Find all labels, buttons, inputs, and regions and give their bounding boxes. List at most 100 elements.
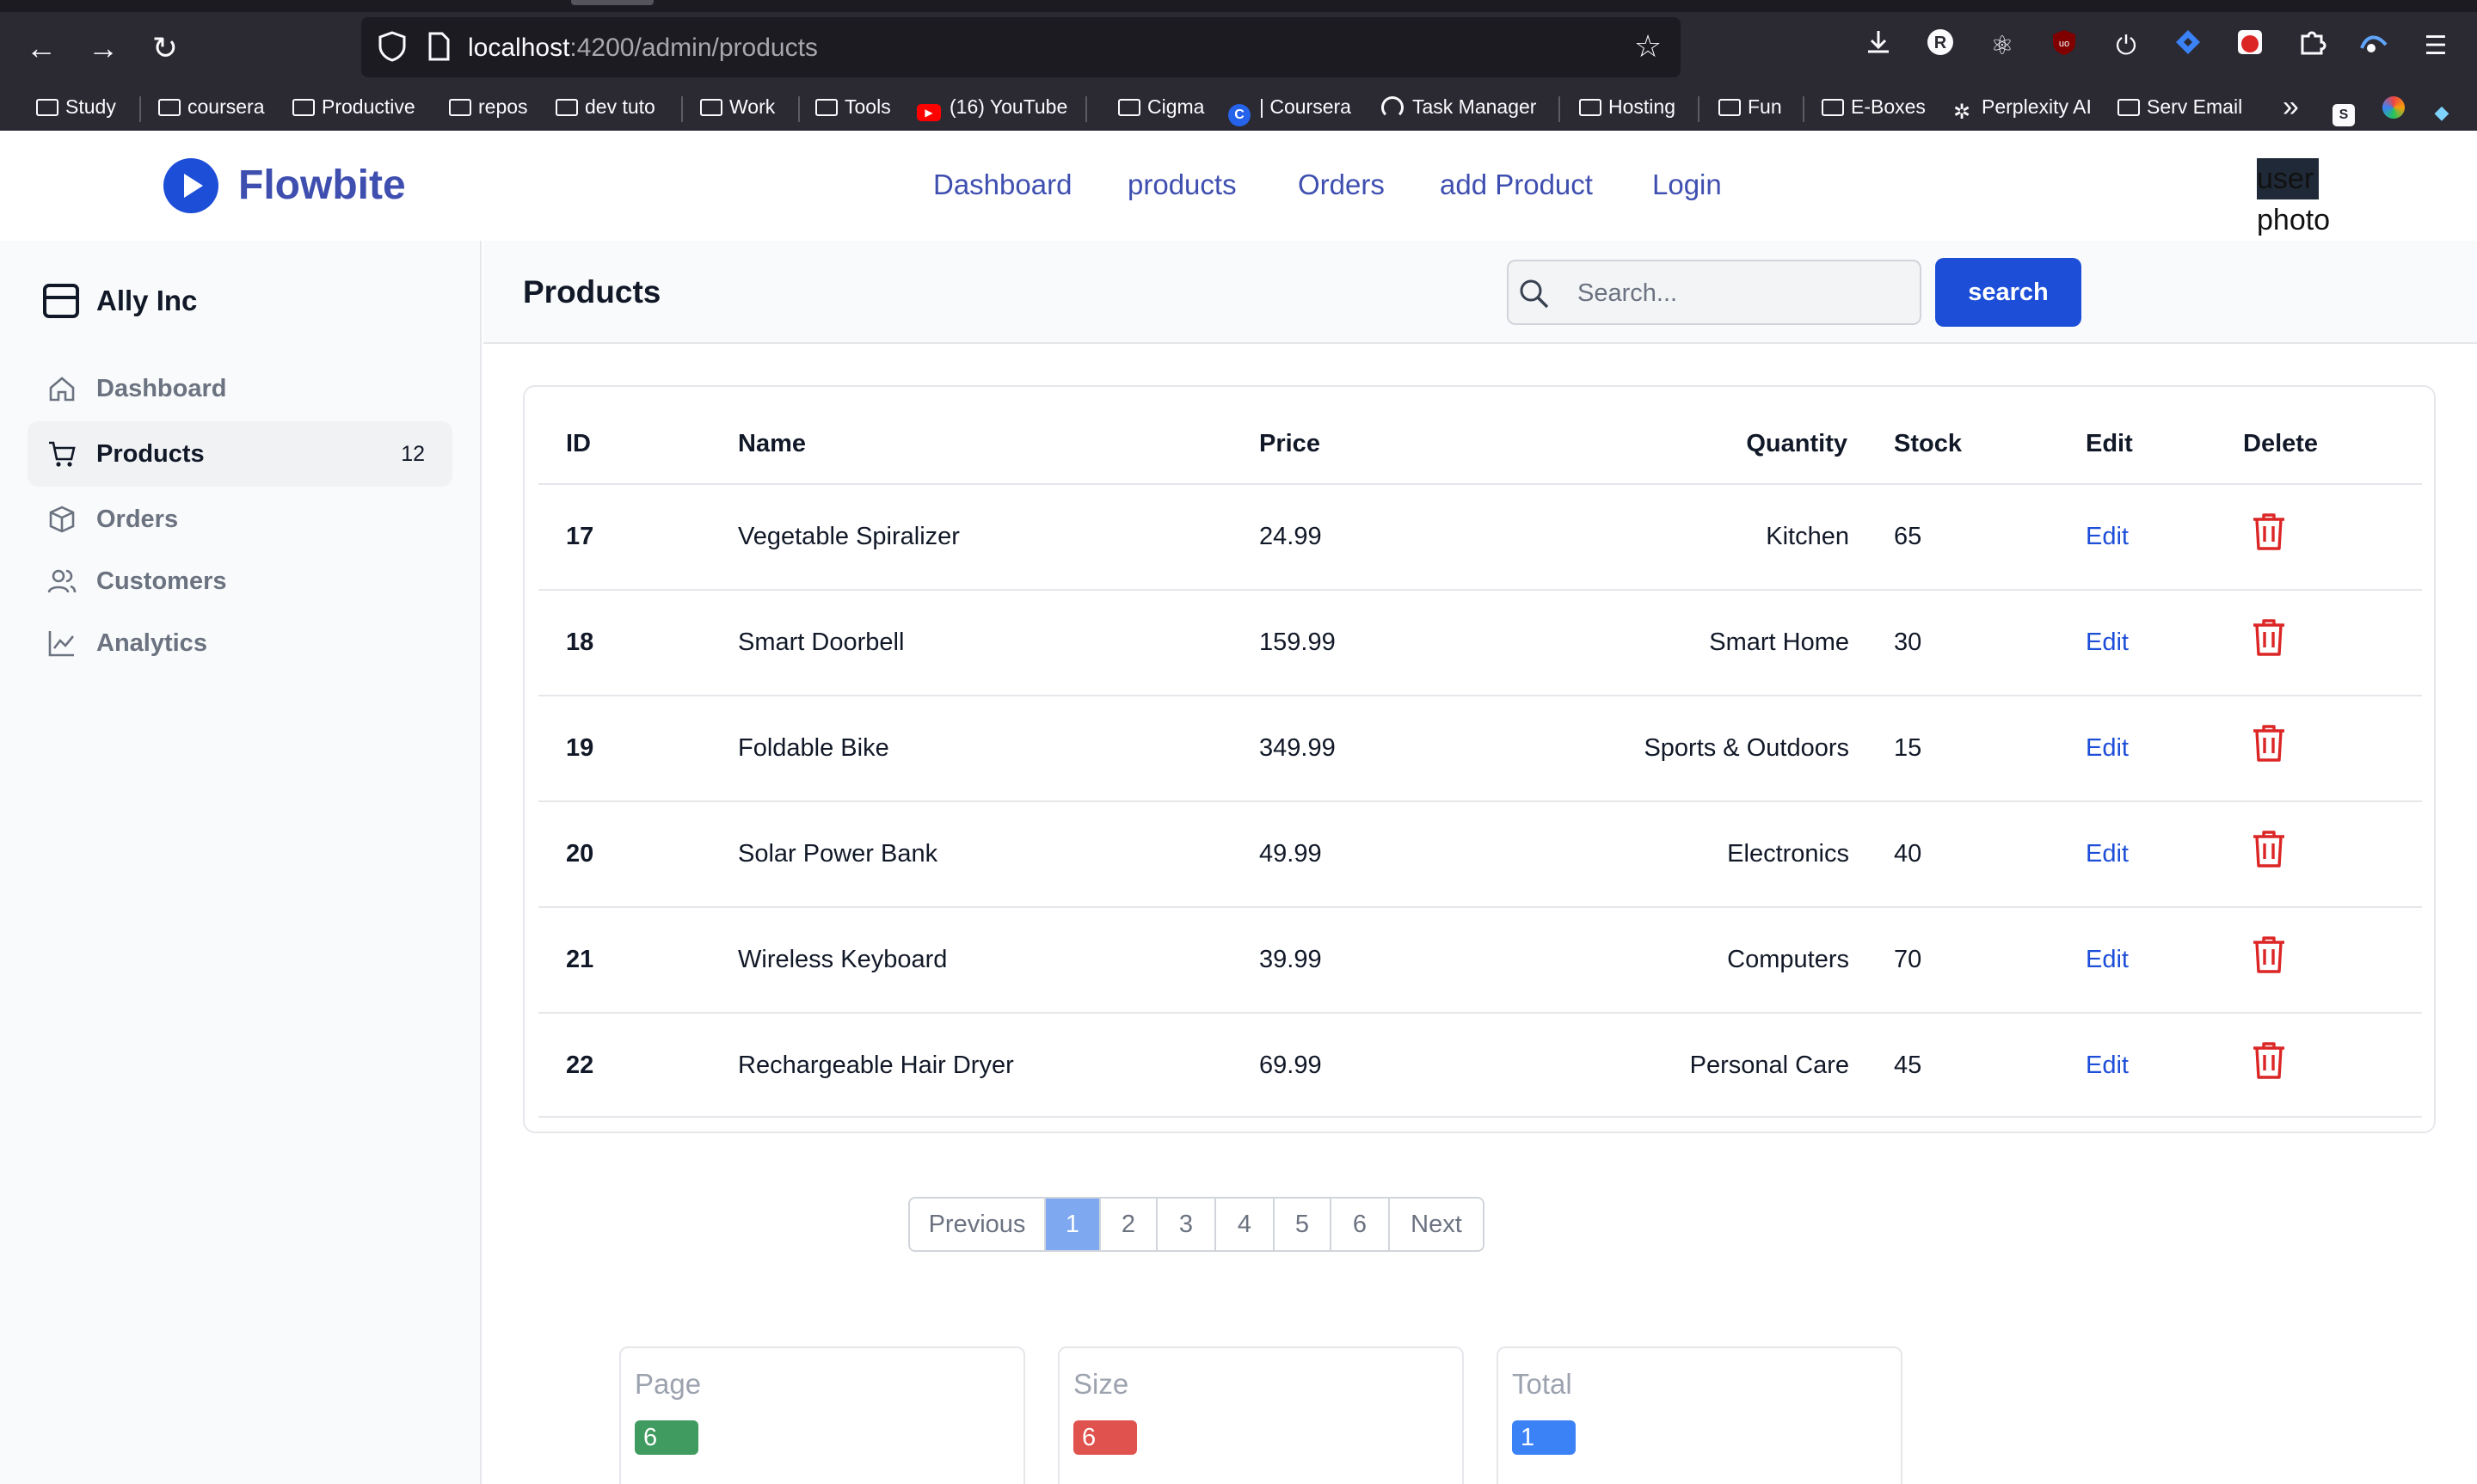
bookmark-perplexity[interactable]: ✲ Perplexity AI <box>1951 89 2092 124</box>
more-bookmarks-chevron-icon[interactable]: » <box>2283 89 2299 124</box>
column-header-id[interactable]: ID <box>566 426 591 461</box>
page-button-2[interactable]: 2 <box>1101 1199 1158 1250</box>
page-button-4[interactable]: 4 <box>1216 1199 1275 1250</box>
shield-icon[interactable] <box>375 29 409 64</box>
search-button[interactable]: search <box>1935 258 2081 327</box>
bookmark-study[interactable]: Study <box>36 89 116 124</box>
bookmark-label: coursera <box>187 95 265 118</box>
bookmark-task-manager[interactable]: Task Manager <box>1381 89 1536 124</box>
cell-stock: 70 <box>1894 946 1922 973</box>
nav-link-login[interactable]: Login <box>1652 165 1722 205</box>
cell-id: 20 <box>566 840 594 868</box>
next-page-button[interactable]: Next <box>1390 1199 1483 1250</box>
page-icon[interactable] <box>421 29 456 64</box>
react-devtools-icon[interactable]: ⚛ <box>1983 28 2021 65</box>
bookmark-dev-tuto[interactable]: dev tuto <box>556 89 655 124</box>
column-header-quantity[interactable]: Quantity <box>1746 426 1847 461</box>
search-box[interactable] <box>1507 260 1921 325</box>
back-arrow-icon[interactable]: ← <box>19 26 64 71</box>
flowbite-logo-icon[interactable] <box>163 158 218 213</box>
folder-icon <box>1718 99 1741 116</box>
trash-icon[interactable] <box>2250 511 2288 552</box>
cell-quantity: Electronics <box>1727 840 1849 868</box>
puzzle-extensions-icon[interactable] <box>2293 28 2331 65</box>
bookmark-cigma[interactable]: Cigma <box>1118 89 1204 124</box>
bookmark-coursera-folder[interactable]: coursera <box>158 89 264 124</box>
r-extension-icon[interactable]: R <box>1921 28 1959 65</box>
bookmark-fun[interactable]: Fun <box>1718 89 1782 124</box>
sidebar-item-analytics[interactable]: Analytics <box>28 610 452 676</box>
edit-link[interactable]: Edit <box>2086 942 2129 977</box>
column-header-edit[interactable]: Edit <box>2086 426 2133 461</box>
trash-icon[interactable] <box>2250 722 2288 763</box>
url-text[interactable]: localhost:4200/admin/products <box>468 31 818 65</box>
column-header-price[interactable]: Price <box>1259 426 1320 461</box>
cell-stock: 45 <box>1894 1052 1922 1079</box>
trash-icon[interactable] <box>2250 616 2288 658</box>
cell-quantity: Personal Care <box>1689 1052 1849 1079</box>
edit-link[interactable]: Edit <box>2086 1048 2129 1082</box>
bookmark-e-boxes[interactable]: E-Boxes <box>1822 89 1926 124</box>
column-header-stock[interactable]: Stock <box>1894 426 1962 461</box>
column-header-name[interactable]: Name <box>738 426 806 461</box>
page-button-1[interactable]: 1 <box>1046 1199 1101 1250</box>
color-wheel-icon <box>2382 96 2405 119</box>
page-button-5[interactable]: 5 <box>1275 1199 1331 1250</box>
page-button-3[interactable]: 3 <box>1158 1199 1216 1250</box>
table-row[interactable]: 19 Foldable Bike 349.99 Sports & Outdoor… <box>538 695 2422 800</box>
table-row[interactable]: 17 Vegetable Spiralizer 24.99 Kitchen 65… <box>538 483 2422 589</box>
s-extension-icon[interactable]: S <box>2333 89 2363 126</box>
sidebar-item-customers[interactable]: Customers <box>28 549 452 614</box>
bookmark-hosting[interactable]: Hosting <box>1579 89 1675 124</box>
bookmark-productive[interactable]: Productive <box>292 89 415 124</box>
table-row[interactable]: 18 Smart Doorbell 159.99 Smart Home 30 E… <box>538 589 2422 695</box>
download-icon[interactable] <box>1859 28 1897 65</box>
sidebar-item-orders[interactable]: Orders <box>28 487 452 552</box>
trash-icon[interactable] <box>2250 934 2288 975</box>
sidebar-item-dashboard[interactable]: Dashboard <box>28 356 452 421</box>
table-row[interactable]: 21 Wireless Keyboard 39.99 Computers 70 … <box>538 906 2422 1012</box>
column-header-delete[interactable]: Delete <box>2243 426 2318 461</box>
reload-icon[interactable]: ↻ <box>143 26 187 71</box>
forward-arrow-icon[interactable]: → <box>81 26 126 71</box>
search-input[interactable] <box>1577 272 1904 315</box>
nav-link-products[interactable]: products <box>1128 165 1237 205</box>
bookmark-youtube[interactable]: ▶ (16) YouTube <box>917 89 1067 124</box>
menu-icon[interactable]: ☰ <box>2417 28 2455 65</box>
power-icon[interactable]: ⏻ <box>2107 28 2145 65</box>
strawberry-extension-icon[interactable] <box>2231 28 2269 65</box>
table-row[interactable]: 20 Solar Power Bank 49.99 Electronics 40… <box>538 800 2422 906</box>
color-extension-icon[interactable] <box>2382 89 2413 124</box>
trash-icon[interactable] <box>2250 1039 2288 1081</box>
bookmark-serv-email[interactable]: Serv Email <box>2117 89 2242 124</box>
previous-page-button[interactable]: Previous <box>910 1199 1046 1250</box>
gem-extension-icon[interactable]: ◆ <box>2431 89 2462 124</box>
nav-link-add-product[interactable]: add Product <box>1440 165 1593 205</box>
bookmark-coursera-site[interactable]: C | Coursera <box>1228 89 1351 126</box>
table-row[interactable]: 22 Rechargeable Hair Dryer 69.99 Persona… <box>538 1012 2422 1118</box>
cell-quantity: Smart Home <box>1709 629 1849 656</box>
nav-link-dashboard[interactable]: Dashboard <box>933 165 1072 205</box>
bookmark-star-icon[interactable]: ☆ <box>1629 28 1667 65</box>
bookmark-repos[interactable]: repos <box>449 89 528 124</box>
bookmark-tools[interactable]: Tools <box>815 89 891 124</box>
edit-link[interactable]: Edit <box>2086 519 2129 554</box>
brand-name[interactable]: Flowbite <box>238 160 406 212</box>
cell-name: Solar Power Bank <box>738 840 938 868</box>
edit-link[interactable]: Edit <box>2086 625 2129 659</box>
bookmark-label: Fun <box>1748 95 1782 118</box>
page-button-6[interactable]: 6 <box>1331 1199 1390 1250</box>
sidebar-item-products[interactable]: Products 12 <box>28 421 452 487</box>
address-bar[interactable]: localhost:4200/admin/products ☆ <box>361 17 1681 77</box>
wave-extension-icon[interactable] <box>2355 28 2393 65</box>
nav-link-orders[interactable]: Orders <box>1298 165 1385 205</box>
coursera-icon: C <box>1228 104 1251 126</box>
trash-icon[interactable] <box>2250 828 2288 869</box>
bookmark-work[interactable]: Work <box>700 89 775 124</box>
active-tab-indicator[interactable] <box>571 0 654 5</box>
ublock-icon[interactable]: uo <box>2045 28 2083 65</box>
diamond-extension-icon[interactable] <box>2169 28 2207 65</box>
edit-link[interactable]: Edit <box>2086 731 2129 765</box>
edit-link[interactable]: Edit <box>2086 837 2129 871</box>
user-photo[interactable]: user photo <box>2257 158 2330 241</box>
